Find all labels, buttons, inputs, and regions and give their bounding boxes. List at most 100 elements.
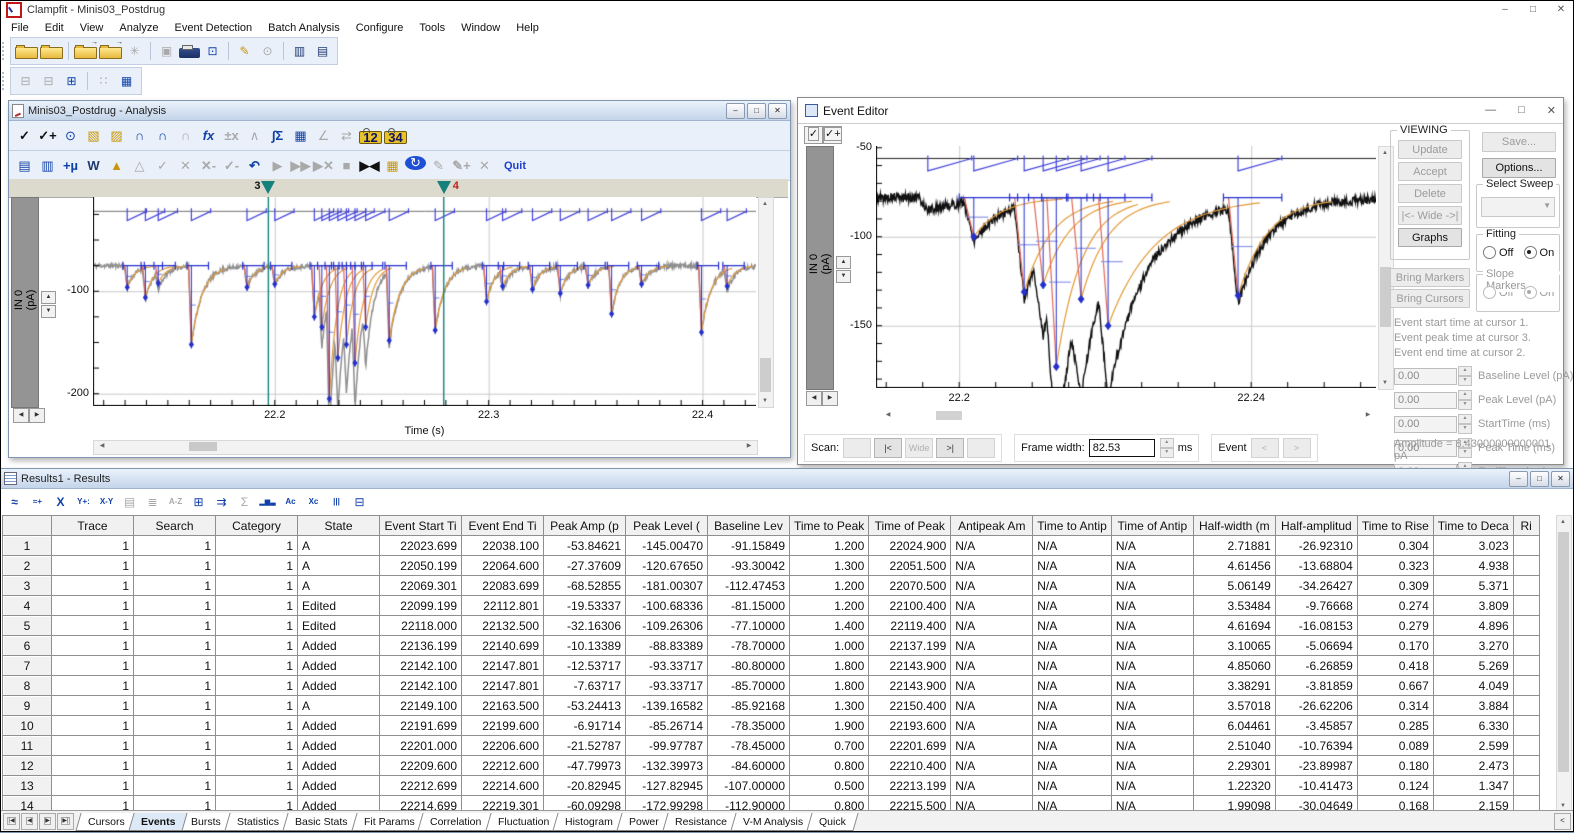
sheet-tab[interactable]: Histogram [552, 813, 625, 831]
undo-icon[interactable]: ↶ [244, 156, 265, 176]
column-header[interactable]: Half-width (m [1193, 516, 1275, 536]
peak-detect-icon[interactable]: ∧ [244, 126, 265, 146]
delete-event-icon[interactable]: ✕ [474, 156, 495, 176]
close-button[interactable]: ✕ [1551, 471, 1570, 487]
open-recent-icon[interactable] [99, 47, 122, 59]
scan-button[interactable]: |< [874, 438, 902, 458]
insert-column-icon[interactable]: Y+: [73, 492, 94, 512]
scan-button[interactable]: Wide [905, 438, 933, 458]
tab-nav-button[interactable]: ▶ [39, 813, 56, 830]
column-header[interactable]: Time of Antip [1111, 516, 1193, 536]
table-row[interactable]: 10111Added22191.69922199.600-6.91714-85.… [3, 716, 1540, 736]
sheet-icon[interactable]: ▦ [290, 126, 311, 146]
scan-button[interactable] [843, 438, 871, 458]
lock-34-icon[interactable]: 34 [384, 131, 407, 144]
menu-item[interactable]: View [72, 21, 112, 35]
menu-item[interactable]: Analyze [111, 21, 166, 35]
separator[interactable] [87, 72, 88, 90]
export-sheet-icon[interactable]: ⊟ [349, 492, 370, 512]
column-header[interactable]: Category [216, 516, 298, 536]
accept-add-check-icon[interactable]: ✓+ [823, 126, 842, 144]
column-header[interactable]: Baseline Lev [708, 516, 790, 536]
import-sheet-icon[interactable]: ⊞ [188, 492, 209, 512]
copy-trace-icon[interactable]: ⇄ [336, 126, 357, 146]
unaccept-icon[interactable]: ✓- [221, 156, 242, 176]
rescan-icon[interactable]: ↻ [405, 156, 426, 170]
pan-left-right[interactable]: ◀▶ [806, 391, 838, 406]
add-event-icon[interactable]: ✎+ [451, 156, 472, 176]
view-acquisition-icon[interactable]: ▧ [83, 126, 104, 146]
pan-left-right[interactable]: ◀▶ [13, 408, 45, 423]
edit-event-icon[interactable]: ✎ [428, 156, 449, 176]
play-fast-icon[interactable]: ▶▶ [290, 156, 311, 176]
sheet-tab[interactable]: Cursors [75, 813, 137, 831]
xy-pairs-icon[interactable]: X-Y [96, 492, 117, 512]
results-titlebar[interactable]: Results1 - Results – □ ✕ [1, 469, 1573, 489]
play-reject-icon[interactable]: ▶✕ [313, 156, 334, 176]
play-icon[interactable]: ▶ [267, 156, 288, 176]
table-row[interactable]: 9111A22149.10022163.500-53.24413-139.165… [3, 696, 1540, 716]
open-data-icon[interactable] [15, 47, 38, 59]
import-file-icon[interactable] [74, 47, 97, 59]
column-header[interactable]: Antipeak Am [951, 516, 1033, 536]
report-icon[interactable]: ≣ [142, 492, 163, 512]
restore-button[interactable]: □ [747, 103, 766, 119]
field-spinner[interactable]: ▲▼ [1458, 390, 1472, 410]
column-header[interactable]: Event End Ti [462, 516, 544, 536]
select-window-icon[interactable]: ⊞ [61, 71, 82, 91]
print-icon[interactable] [179, 48, 200, 58]
fit-line-icon[interactable]: ∠ [313, 126, 334, 146]
column-header[interactable]: Search [134, 516, 216, 536]
event-editor-titlebar[interactable]: Event Editor — □ ✕ [798, 98, 1563, 124]
menu-item[interactable]: Window [453, 21, 508, 35]
separator[interactable] [228, 42, 229, 60]
separator[interactable] [68, 42, 69, 60]
tile-horizontal-icon[interactable]: ▤ [312, 41, 333, 61]
table-row[interactable]: 2111A22050.19922064.600-27.37609-120.676… [3, 556, 1540, 576]
zoom-icon[interactable]: ⊙ [60, 126, 81, 146]
stats-view-icon[interactable]: ∩ [175, 126, 196, 146]
lock-12-icon[interactable]: 12 [359, 131, 382, 144]
table-row[interactable]: 14111Added22214.69922219.301-60.09298-17… [3, 796, 1540, 812]
table-row[interactable]: 8111Added22142.10022147.801-7.63717-93.3… [3, 676, 1540, 696]
viewing-button[interactable]: Delete [1398, 184, 1462, 203]
tab-nav-button[interactable]: ▶| [57, 813, 74, 830]
frame-width-spinner[interactable]: ▲▼ [1160, 438, 1174, 458]
restore-button[interactable]: □ [1526, 4, 1540, 15]
viewing-button[interactable]: Accept [1398, 162, 1462, 181]
fx-icon[interactable]: fx [198, 126, 219, 146]
close-button[interactable]: ✕ [768, 103, 787, 119]
template-search-icon[interactable]: ▥ [37, 156, 58, 176]
table-row[interactable]: 13111Added22212.69922214.600-20.82945-12… [3, 776, 1540, 796]
menu-item[interactable]: Configure [348, 21, 412, 35]
delete-column-icon[interactable]: X [50, 492, 71, 512]
event-editor-hscroll[interactable]: ◀ ▶ [876, 410, 1376, 423]
sheet-tab[interactable]: Correlation [418, 813, 495, 831]
multi-trace-icon[interactable]: W [83, 156, 104, 176]
scan-button[interactable] [967, 438, 995, 458]
cursor-flag[interactable] [437, 181, 451, 194]
table-row[interactable]: 11111Added22201.00022206.600-21.52787-99… [3, 736, 1540, 756]
cursor-strip[interactable]: 34 [9, 179, 788, 198]
sheet-tab[interactable]: Basic Stats [282, 813, 360, 831]
close-button[interactable]: ✕ [1554, 4, 1568, 15]
warning-accept-icon[interactable]: ▲ [106, 156, 127, 176]
frame-width-input[interactable]: 82.53 [1089, 439, 1155, 457]
column-header[interactable]: Peak Level ( [626, 516, 708, 536]
restore-button[interactable]: □ [1530, 471, 1549, 487]
bring-cursors-button[interactable]: Bring Cursors [1390, 289, 1470, 308]
plot-graph-icon[interactable]: ≈ [4, 492, 25, 512]
sweep-select[interactable]: ▼ [1481, 197, 1555, 217]
paste-icon[interactable]: ▣ [156, 41, 177, 61]
next-event-button[interactable]: > [1283, 438, 1311, 458]
column-header[interactable]: Time to Antip [1033, 516, 1112, 536]
minimize-button[interactable]: – [1509, 471, 1528, 487]
tab-nav-button[interactable]: ◀ [21, 813, 38, 830]
sort-icon[interactable]: A-Z [165, 492, 186, 512]
accept-check-icon[interactable]: ✓ [804, 126, 823, 144]
sum-icon[interactable]: ∫Σ [267, 126, 288, 146]
viewing-button[interactable]: Graphs [1398, 228, 1462, 247]
baseline-adjust-icon[interactable]: +µ [60, 156, 81, 176]
reject-run-icon[interactable]: ✕- [198, 156, 219, 176]
column-header[interactable]: Trace [52, 516, 134, 536]
